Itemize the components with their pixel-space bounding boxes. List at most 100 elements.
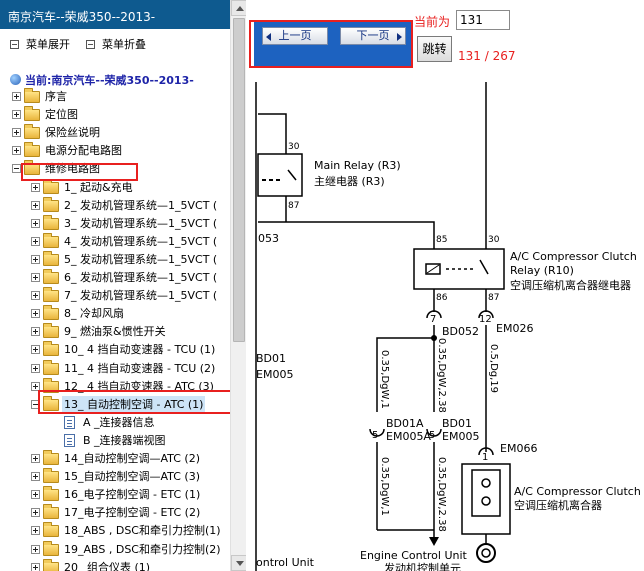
expand-toggle-icon[interactable] [31, 544, 40, 554]
tree-item[interactable]: 3_ 发动机管理系统—1_5VCT ( [31, 214, 231, 233]
expand-toggle-icon[interactable] [12, 128, 21, 138]
tree-item-label: 19_ABS , DSC和牵引力控制(2) [64, 542, 221, 556]
scroll-up-button[interactable] [231, 0, 246, 16]
connector-em005-label: EM005 [442, 430, 479, 443]
tree-item[interactable]: 10_ 4 挡自动变速器 - TCU (1) [31, 341, 231, 359]
expand-toggle-icon[interactable] [31, 236, 40, 246]
tree-item[interactable]: 15_自动控制空调—ATC (3) [31, 468, 231, 486]
menu-expand-button[interactable]: 菜单展开 [10, 36, 70, 52]
tree-item[interactable]: 16_电子控制空调 - ETC (1) [31, 486, 231, 504]
page-count: 131 / 267 [458, 49, 516, 63]
tree-item-label: 7_ 发动机管理系统—1_5VCT ( [64, 289, 218, 303]
tree-item[interactable]: 17_电子控制空调 - ETC (2) [31, 504, 231, 522]
page-toolbar: 上一页 下一页 当前为 跳转 131 / 267 [246, 0, 644, 82]
folder-icon [43, 323, 59, 339]
tree-item[interactable]: 11_ 4 挡自动变速器 - TCU (2) [31, 359, 231, 378]
expand-toggle-icon[interactable] [31, 273, 40, 282]
navigation-panel: 南京汽车--荣威350--2013- 菜单展开 菜单折叠 当前:南京汽车--荣威… [0, 0, 246, 571]
expand-toggle-icon[interactable] [31, 562, 40, 571]
expand-toggle-icon[interactable] [12, 110, 21, 120]
expand-toggle-icon[interactable] [31, 200, 40, 210]
expand-toggle-icon[interactable] [31, 327, 40, 337]
menu-collapse-button[interactable]: 菜单折叠 [86, 36, 146, 52]
tree-item-label: 保险丝说明 [45, 126, 100, 140]
tree-item[interactable]: 8_ 冷却风扇 [31, 305, 231, 323]
current-location: 当前:南京汽车--荣威350--2013- [10, 72, 194, 88]
tree-item[interactable]: 9_ 燃油泵&惯性开关 [31, 323, 231, 341]
ac-relay-name-en-1: A/C Compressor Clutch [510, 250, 637, 263]
ac-relay-pin-87: 87 [488, 293, 499, 303]
tree-item-label: B _连接器端视图 [83, 433, 166, 447]
tree-item-label: 8_ 冷却风扇 [64, 307, 124, 321]
folder-icon [43, 250, 59, 266]
tree-item[interactable]: 2_ 发动机管理系统—1_5VCT ( [31, 196, 231, 215]
tree-scrollbar[interactable] [230, 0, 246, 571]
expand-toggle-icon[interactable] [31, 508, 40, 518]
ac-clutch-inner [471, 469, 501, 517]
wire-label-035-dgw-238-lower: 0.35,DgW,2.38 [436, 457, 447, 532]
expand-toggle-icon[interactable] [31, 182, 40, 192]
tree-item[interactable]: 5_ 发动机管理系统—1_5VCT ( [31, 250, 231, 269]
expand-toggle-icon[interactable] [31, 254, 40, 264]
expand-toggle-icon[interactable] [31, 363, 40, 373]
folder-icon [43, 486, 59, 502]
folder-icon [43, 341, 59, 357]
tree-item[interactable]: 1_ 起动&充电 [31, 178, 231, 197]
tree-item-label: 1_ 起动&充电 [64, 180, 133, 194]
scroll-down-button[interactable] [231, 555, 246, 571]
expand-toggle-icon[interactable] [31, 345, 40, 355]
tree-item[interactable]: 序言 [12, 88, 212, 106]
collapse-toggle-icon[interactable] [12, 164, 21, 174]
expand-toggle-icon[interactable] [31, 490, 40, 500]
jump-button[interactable]: 跳转 [417, 36, 452, 62]
connector-em005-left: EM005 [256, 368, 293, 381]
tree-item-label: 14_自动控制空调—ATC (2) [64, 452, 201, 465]
tree-item[interactable]: 保险丝说明 [12, 124, 212, 142]
expand-toggle-icon[interactable] [31, 526, 40, 536]
tree-item[interactable]: 4_ 发动机管理系统—1_5VCT ( [31, 232, 231, 251]
expand-toggle-icon[interactable] [12, 146, 21, 156]
tree-item[interactable]: 20_ 组合仪表 (1) [31, 558, 231, 571]
menu-expand-label: 菜单展开 [26, 38, 70, 51]
expand-toggle-icon[interactable] [31, 309, 40, 319]
ac-relay-pin-86: 86 [436, 293, 448, 303]
ac-relay-pin-30: 30 [488, 235, 500, 245]
folder-icon [43, 504, 59, 520]
globe-icon [10, 74, 21, 85]
tree-item[interactable]: 7_ 发动机管理系统—1_5VCT ( [31, 287, 231, 305]
highlight-box-repair-diagrams [21, 163, 138, 181]
panel-title: 南京汽车--荣威350--2013- [0, 0, 230, 29]
main-relay-pin-87: 87 [288, 201, 299, 211]
tree-item[interactable]: B _连接器端视图 [50, 432, 246, 450]
connector-bd052-pin: 7 [430, 314, 436, 325]
tree-item-label: 3_ 发动机管理系统—1_5VCT ( [64, 216, 218, 230]
main-relay-box [257, 153, 303, 197]
expand-toggle-icon[interactable] [12, 92, 21, 101]
expand-toggle-icon[interactable] [31, 218, 40, 228]
tree-item[interactable]: 定位图 [12, 106, 212, 124]
folder-icon [24, 106, 40, 122]
connector-bd01a-pin: 5 [372, 430, 378, 441]
tree-item-label: 18_ABS , DSC和牵引力控制(1) [64, 524, 221, 538]
tree-item-label: 15_自动控制空调—ATC (3) [64, 470, 201, 484]
collapse-icon [86, 40, 95, 49]
tree-item[interactable]: 电源分配电路图 [12, 142, 212, 160]
connector-bd01-label: BD01 [442, 417, 472, 430]
folder-icon [43, 359, 59, 375]
tree-item[interactable]: 19_ABS , DSC和牵引力控制(2) [31, 540, 231, 559]
expand-toggle-icon[interactable] [31, 454, 40, 463]
tree-item[interactable]: 6_ 发动机管理系统—1_5VCT ( [31, 269, 231, 287]
connector-em005a-label: EM005A [386, 430, 431, 443]
page-number-input[interactable] [456, 10, 510, 30]
wire-main-relay-30 [258, 113, 287, 154]
expand-toggle-icon[interactable] [31, 472, 40, 482]
expand-toggle-icon[interactable] [31, 291, 40, 301]
tree-item[interactable]: A _连接器信息 [50, 414, 246, 432]
tree-item-label: 定位图 [45, 108, 78, 122]
tree-item[interactable]: 14_自动控制空调—ATC (2) [31, 450, 231, 468]
tree-item[interactable]: 18_ABS , DSC和牵引力控制(1) [31, 522, 231, 540]
scroll-thumb[interactable] [233, 18, 245, 342]
ac-clutch-terminal-1 [481, 478, 491, 488]
tree-item-label: 4_ 发动机管理系统—1_5VCT ( [64, 234, 218, 248]
wire-to-ac-relay-85 [286, 221, 435, 249]
